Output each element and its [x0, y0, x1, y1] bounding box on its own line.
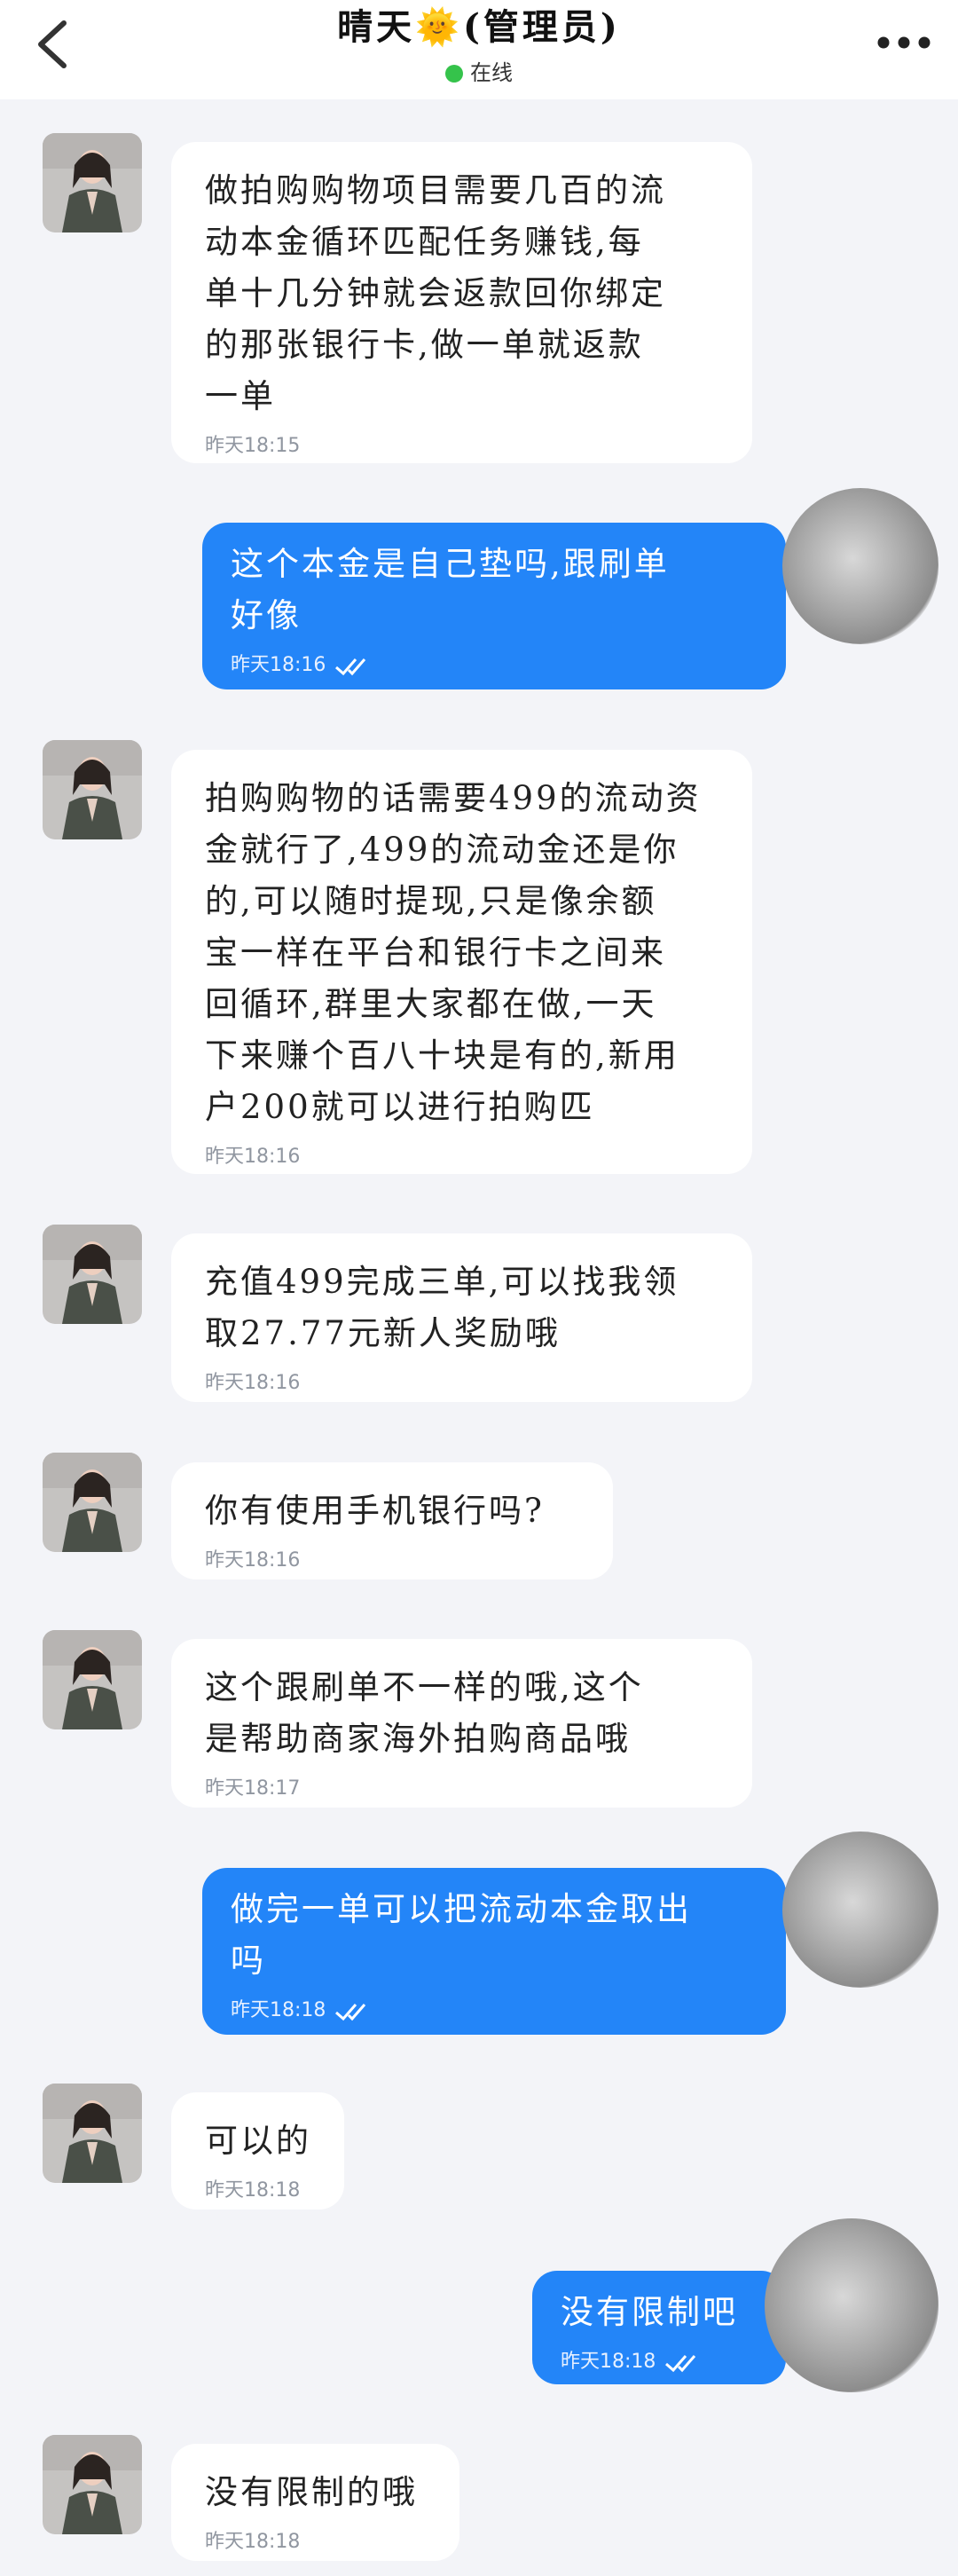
message-time: 昨天18:17	[205, 1777, 301, 1800]
message-time: 昨天18:16	[205, 1146, 301, 1168]
message-text: 可以的	[205, 2122, 311, 2160]
message-time: 昨天18:16	[231, 652, 761, 679]
message-bubble-outgoing[interactable]: 没有限制吧 昨天18:18	[532, 2271, 786, 2384]
message-bubble-incoming[interactable]: 可以的 昨天18:18	[171, 2092, 344, 2210]
chat-header: 晴天🌞(管理员) 在线	[0, 0, 958, 99]
contact-avatar[interactable]	[43, 1630, 142, 1729]
message-bubble-incoming[interactable]: 你有使用手机银行吗? 昨天18:16	[171, 1462, 613, 1579]
message-bubble-incoming[interactable]: 拍购购物的话需要499的流动资 金就行了,499的流动金还是你 的,可以随时提现…	[171, 750, 752, 1174]
message-time: 昨天18:18	[205, 2179, 301, 2202]
self-avatar[interactable]	[782, 1832, 938, 1988]
online-dot-icon	[445, 65, 463, 83]
message-time: 昨天18:16	[205, 1372, 301, 1394]
message-text: 没有限制吧	[561, 2293, 738, 2331]
message-bubble-incoming[interactable]: 没有限制的哦 昨天18:18	[171, 2444, 459, 2561]
message-bubble-incoming[interactable]: 这个跟刷单不一样的哦,这个 是帮助商家海外拍购商品哦 昨天18:17	[171, 1639, 752, 1808]
self-avatar[interactable]	[782, 488, 938, 644]
message-text: 做拍购购物项目需要几百的流 动本金循环匹配任务赚钱,每 单十几分钟就会返款回你绑…	[205, 171, 666, 415]
message-time: 昨天18:18	[561, 2349, 761, 2375]
message-bubble-outgoing[interactable]: 做完一单可以把流动本金取出 吗 昨天18:18	[202, 1868, 786, 2035]
contact-avatar[interactable]	[43, 133, 142, 232]
contact-avatar[interactable]	[43, 1453, 142, 1552]
self-avatar[interactable]	[765, 2218, 938, 2392]
online-status: 在线	[0, 55, 958, 91]
contact-avatar[interactable]	[43, 1225, 142, 1324]
message-time: 昨天18:18	[205, 2531, 301, 2553]
message-text: 做完一单可以把流动本金取出 吗	[231, 1890, 692, 1980]
message-text: 你有使用手机银行吗?	[205, 1492, 545, 1530]
contact-avatar[interactable]	[43, 2435, 142, 2534]
contact-avatar[interactable]	[43, 2084, 142, 2183]
message-text: 这个跟刷单不一样的哦,这个 是帮助商家海外拍购商品哦	[205, 1668, 644, 1758]
message-text: 没有限制的哦	[205, 2473, 418, 2511]
message-bubble-incoming[interactable]: 做拍购购物项目需要几百的流 动本金循环匹配任务赚钱,每 单十几分钟就会返款回你绑…	[171, 142, 752, 463]
more-options-icon[interactable]	[873, 25, 935, 60]
message-time-label: 昨天18:16	[231, 654, 326, 676]
read-check-icon	[335, 658, 366, 676]
message-text: 这个本金是自己垫吗,跟刷单 好像	[231, 545, 670, 634]
message-bubble-incoming[interactable]: 充值499完成三单,可以找我领 取27.77元新人奖励哦 昨天18:16	[171, 1233, 752, 1402]
message-time: 昨天18:15	[205, 435, 301, 457]
chat-title: 晴天🌞(管理员)	[337, 6, 621, 48]
read-check-icon	[335, 2004, 366, 2021]
read-check-icon	[665, 2355, 696, 2373]
message-time-label: 昨天18:18	[231, 1999, 326, 2021]
message-time: 昨天18:16	[205, 1549, 301, 1572]
contact-avatar[interactable]	[43, 740, 142, 839]
message-text: 充值499完成三单,可以找我领 取27.77元新人奖励哦	[205, 1263, 679, 1352]
message-time: 昨天18:18	[231, 1997, 761, 2024]
message-time-label: 昨天18:18	[561, 2351, 656, 2373]
message-bubble-outgoing[interactable]: 这个本金是自己垫吗,跟刷单 好像 昨天18:16	[202, 523, 786, 689]
online-status-label: 在线	[470, 60, 513, 85]
message-text: 拍购购物的话需要499的流动资 金就行了,499的流动金还是你 的,可以随时提现…	[205, 779, 702, 1126]
